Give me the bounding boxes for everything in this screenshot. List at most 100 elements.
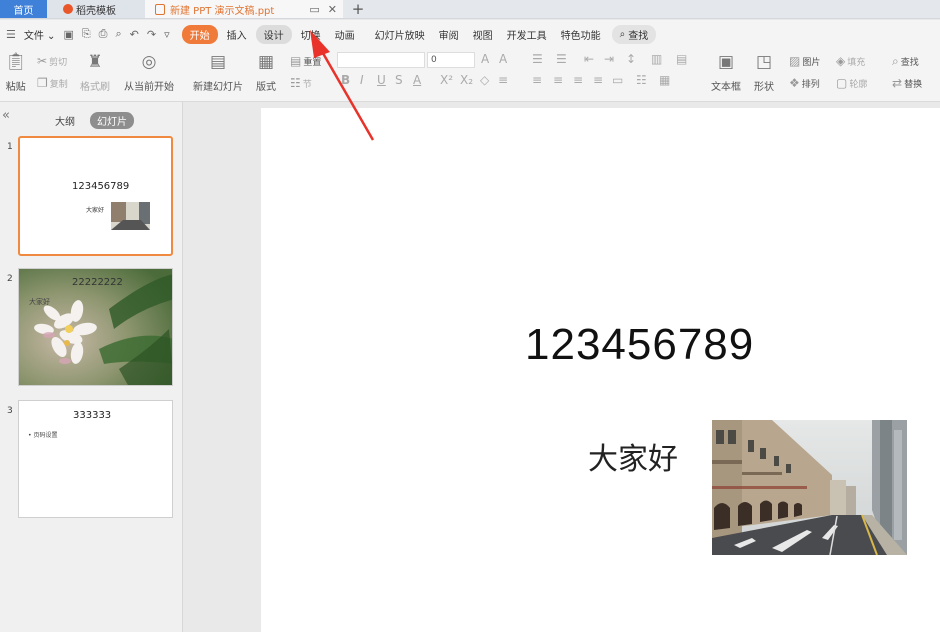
file-menu[interactable]: 文件 ⌄ (24, 27, 56, 42)
paste-button[interactable]: 📋︎ 粘贴 (5, 52, 27, 93)
section-button[interactable]: ☷ 节 (290, 76, 312, 90)
play-from-current-button[interactable]: ◎ 从当前开始 (124, 52, 174, 93)
file-menu-label: 文件 (23, 30, 44, 42)
menu-tab-0[interactable]: 开始 (181, 24, 218, 44)
undo-icon[interactable]: ↶ (130, 28, 139, 41)
strikethrough-icon[interactable]: S (395, 73, 403, 87)
fill-button[interactable]: ◈ 填充 (836, 54, 865, 68)
menu-tab-4[interactable]: 动画 (330, 25, 360, 44)
save-icon[interactable]: ▣ (63, 28, 73, 41)
copy-icon: ❐ (37, 76, 48, 90)
distributed-icon[interactable]: ▭ (612, 73, 623, 87)
slide-thumbnail-1[interactable]: 123456789 大家好 (18, 136, 173, 256)
font-color-icon[interactable]: A (413, 73, 421, 87)
redo-icon[interactable]: ↷ (147, 28, 156, 41)
smartart-icon[interactable]: ▦ (659, 73, 670, 87)
picture-icon: ▨ (789, 54, 801, 68)
underline-icon[interactable]: U (377, 73, 386, 87)
brush-icon: ♜ (87, 52, 103, 72)
font-size-input[interactable]: 0 (427, 52, 475, 68)
align-left-icon[interactable]: ≡ (532, 73, 542, 87)
justify-icon[interactable]: ≡ (593, 73, 603, 87)
menu-search[interactable]: ⌕ 查找 (611, 24, 657, 44)
bullets-icon[interactable]: ☰ (532, 52, 543, 66)
align-center-icon[interactable]: ≡ (553, 73, 563, 87)
align-right-icon[interactable]: ≡ (573, 73, 583, 87)
tab-home-label: 首页 (13, 5, 34, 17)
decrease-indent-icon[interactable]: ⇤ (584, 52, 594, 66)
tab-slides[interactable]: 幻灯片 (90, 112, 134, 129)
column-icon[interactable]: ▥ (651, 52, 662, 66)
collapse-panel-icon[interactable]: « (2, 108, 10, 123)
tab-document-label: 新建 PPT 演示文稿.ppt (170, 5, 275, 17)
current-slide[interactable]: 123456789 大家好 (261, 108, 940, 632)
section-icon: ☷ (290, 76, 301, 90)
char-spacing-icon[interactable]: ≡ (498, 73, 508, 87)
outline-icon: ▢ (836, 76, 848, 90)
line-spacing-icon[interactable]: ↕ (626, 52, 636, 66)
tab-home[interactable]: 首页 (0, 0, 47, 18)
shape-button[interactable]: ◳ 形状 (754, 52, 774, 93)
superscript-icon[interactable]: X² (440, 73, 453, 87)
new-slide-button[interactable]: ▤ 新建幻灯片 (193, 52, 243, 93)
find-button[interactable]: ⌕ 查找 (892, 54, 919, 69)
play-circle-icon: ◎ (141, 52, 157, 72)
vertical-align-icon[interactable]: ☷ (636, 73, 647, 87)
pin-icon[interactable]: ▭ (309, 3, 319, 16)
arrange-button[interactable]: ❖ 排列 (789, 76, 820, 90)
hamburger-icon[interactable]: ☰ (6, 28, 16, 41)
font-name-input[interactable] (337, 52, 425, 68)
bold-icon[interactable]: B (341, 73, 350, 87)
subscript-icon[interactable]: X₂ (460, 73, 473, 87)
tab-bar: 首页 稻壳模板 新建 PPT 演示文稿.ppt ▭ ✕ + (0, 0, 940, 19)
slide-thumbnail-2[interactable]: 22222222 大家好 (18, 268, 173, 386)
outline-button[interactable]: ▢ 轮廓 (836, 76, 867, 90)
shrink-font-icon[interactable]: A (499, 52, 507, 66)
reset-button[interactable]: ▤ 重置 (290, 54, 321, 68)
thumb-bullet: • 页码设置 (28, 432, 58, 439)
picture-button[interactable]: ▨ 图片 (789, 54, 820, 68)
grow-font-icon[interactable]: A (481, 52, 489, 66)
menu-tab-1[interactable]: 插入 (222, 25, 252, 44)
slide-thumbnail-3[interactable]: 333333 • 页码设置 (18, 400, 173, 518)
menu-tab-8[interactable]: 开发工具 (502, 25, 552, 44)
clear-format-icon[interactable]: ◇ (480, 73, 489, 87)
tab-outline[interactable]: 大纲 (48, 112, 82, 129)
menu-tab-3[interactable]: 切换 (296, 25, 326, 44)
italic-icon[interactable]: I (360, 73, 364, 87)
menu-tab-5[interactable]: 幻灯片放映 (370, 25, 430, 44)
copy-button[interactable]: ❐ 复制 (37, 76, 68, 90)
thumb-title: 22222222 (72, 277, 123, 288)
text-direction-icon[interactable]: ▤ (676, 52, 687, 66)
thumb-street-photo (111, 202, 150, 230)
menu-tab-9[interactable]: 特色功能 (556, 25, 606, 44)
print-icon[interactable]: ⎙ (99, 27, 108, 41)
paste-label: 粘贴 (5, 82, 26, 93)
play-from-current-label: 从当前开始 (124, 82, 174, 93)
replace-icon: ⇄ (892, 76, 903, 90)
slide-number: 3 (7, 406, 13, 416)
replace-button[interactable]: ⇄ 替换 (892, 76, 922, 90)
ribbon: 📋︎ 粘贴 ✂ 剪切 ❐ 复制 ♜ 格式刷 ◎ 从当前开始 ▤ 新建幻灯片 ▦ 版式… (0, 48, 940, 102)
menu-tab-2[interactable]: 设计 (255, 24, 292, 44)
find-label: 查找 (900, 58, 919, 68)
format-painter-button[interactable]: ♜ 格式刷 (80, 52, 110, 93)
print-preview-icon[interactable]: ⌕ (115, 27, 121, 41)
close-icon[interactable]: ✕ (328, 3, 337, 16)
numbering-icon[interactable]: ☰ (556, 52, 567, 66)
menu-tab-6[interactable]: 审阅 (434, 25, 464, 44)
tab-docer-templates[interactable]: 稻壳模板 (47, 0, 145, 18)
cut-button[interactable]: ✂ 剪切 (37, 54, 67, 68)
cut-label: 剪切 (49, 57, 68, 68)
tab-document[interactable]: 新建 PPT 演示文稿.ppt ▭ ✕ (145, 0, 343, 18)
slide-title-text[interactable]: 123456789 (525, 320, 754, 370)
menu-tab-7[interactable]: 视图 (468, 25, 498, 44)
textbox-button[interactable]: ▣ 文本框 (711, 52, 741, 93)
layout-button[interactable]: ▦ 版式 (256, 52, 276, 93)
new-tab-button[interactable]: + (343, 0, 373, 18)
customize-chevron-icon[interactable]: ▿ (164, 28, 170, 41)
street-photo[interactable] (712, 420, 907, 555)
slide-subtitle-text[interactable]: 大家好 (588, 434, 678, 478)
increase-indent-icon[interactable]: ⇥ (604, 52, 614, 66)
export-pdf-icon[interactable]: ⎘ (82, 27, 91, 41)
